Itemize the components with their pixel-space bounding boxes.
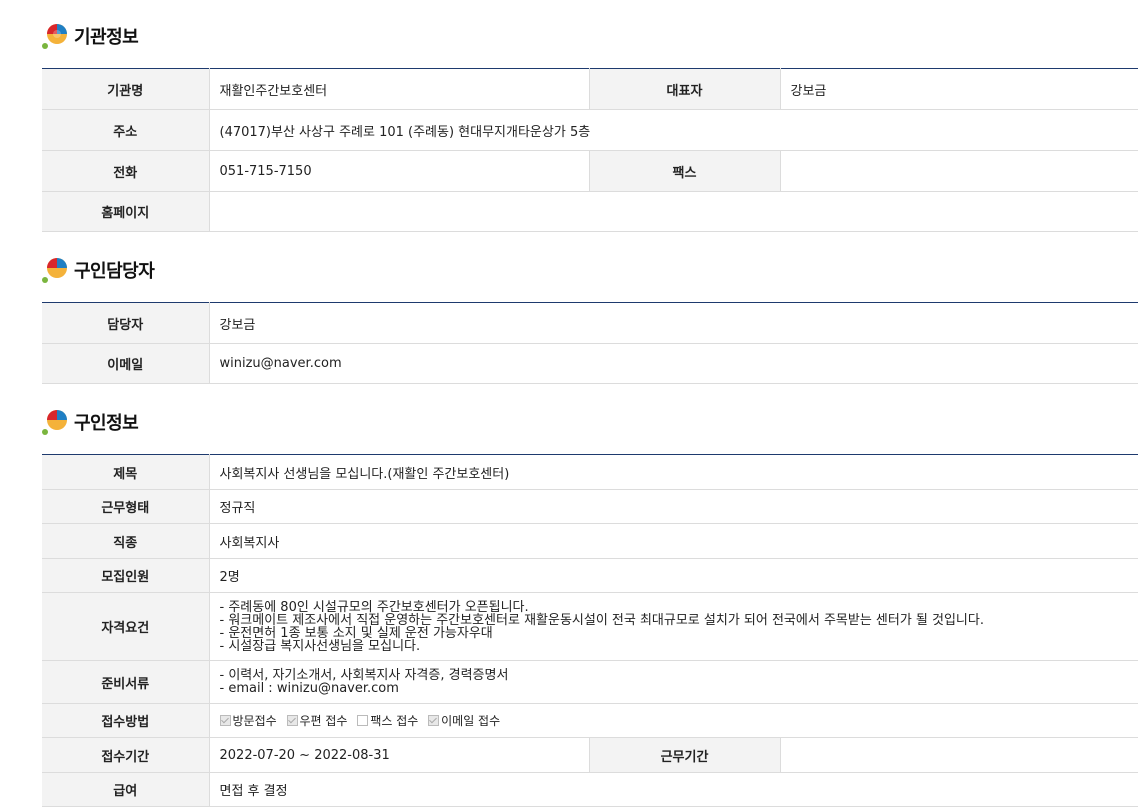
work-period [780, 737, 1138, 773]
requirement-line: - 시설장급 복지사선생님을 모십니다. [219, 638, 421, 654]
org-info-table: 기관명 재활인주간보호센터 대표자 강보금 주소 (47017)부산 사상구 주… [42, 68, 1138, 232]
table-row: 접수기간 2022-07-20 ~ 2022-08-31 근무기간 [42, 737, 1138, 773]
table-row: 주소 (47017)부산 사상구 주례로 101 (주례동) 현대무지개타운상가… [42, 109, 1138, 151]
field-label: 주소 [42, 109, 210, 151]
fax [780, 150, 1138, 192]
application-period: 2022-07-20 ~ 2022-08-31 [209, 737, 589, 773]
occupation: 사회복지사 [209, 523, 1138, 559]
field-label: 직종 [42, 523, 210, 559]
section-logo-icon [42, 257, 68, 283]
required-documents: - 이력서, 자기소개서, 사회복지사 자격증, 경력증명서 - email :… [209, 660, 1138, 704]
org-info-header: 기관정보 [42, 16, 1138, 56]
field-label: 팩스 [588, 150, 781, 192]
field-label: 준비서류 [42, 660, 210, 704]
job-info-table: 제목 사회복지사 선생님을 모십니다.(재활인 주간보호센터) 근무형태 정규직… [42, 454, 1138, 807]
table-row: 담당자 강보금 [42, 302, 1138, 344]
table-row: 기관명 재활인주간보호센터 대표자 강보금 [42, 68, 1138, 110]
salary: 면접 후 결정 [209, 772, 1138, 807]
checkbox-checked-icon [286, 715, 298, 726]
method-fax-checkbox[interactable]: 팩스 접수 [357, 712, 418, 729]
requirement-line: - 주례동에 80인 시설규모의 주간보호센터가 오픈됩니다. [219, 599, 529, 615]
section-logo-icon [42, 409, 68, 435]
field-label: 담당자 [42, 302, 210, 344]
table-row: 전화 051-715-7150 팩스 [42, 150, 1138, 192]
job-info-header: 구인정보 [42, 402, 1138, 442]
contact-email: winizu@naver.com [209, 343, 1138, 384]
field-label: 기관명 [42, 68, 210, 110]
contact-section: 구인담당자 담당자 강보금 이메일 winizu@naver.com [42, 250, 1138, 384]
homepage [209, 191, 1138, 232]
org-info-section: 기관정보 기관명 재활인주간보호센터 대표자 강보금 주소 (47017)부산 … [42, 16, 1138, 232]
requirements: - 주례동에 80인 시설규모의 주간보호센터가 오픈됩니다. - 워크메이트 … [209, 592, 1138, 661]
contact-person: 강보금 [209, 302, 1138, 344]
checkbox-checked-icon [219, 715, 231, 726]
job-subject: 사회복지사 선생님을 모십니다.(재활인 주간보호센터) [209, 454, 1138, 490]
employment-type: 정규직 [209, 489, 1138, 524]
ceo-name: 강보금 [780, 68, 1138, 110]
table-row: 준비서류 - 이력서, 자기소개서, 사회복지사 자격증, 경력증명서 - em… [42, 660, 1138, 704]
application-methods: 방문접수 우편 접수 팩스 접수 이메일 접수 [209, 703, 1138, 738]
checkbox-unchecked-icon [357, 715, 369, 726]
contact-header: 구인담당자 [42, 250, 1138, 290]
field-label: 근무형태 [42, 489, 210, 524]
table-row: 모집인원 2명 [42, 558, 1138, 593]
field-label: 접수방법 [42, 703, 210, 738]
section-title: 구인담당자 [74, 261, 155, 282]
org-name: 재활인주간보호센터 [209, 68, 589, 110]
table-row: 직종 사회복지사 [42, 523, 1138, 559]
requirement-line: - 워크메이트 제조사에서 직접 운영하는 주간보호센터로 재활운동시설이 전국… [219, 612, 985, 628]
table-row: 홈페이지 [42, 191, 1138, 232]
address: (47017)부산 사상구 주례로 101 (주례동) 현대무지개타운상가 5층 [209, 109, 1138, 151]
document-line: - email : winizu@naver.com [219, 681, 399, 696]
checkbox-checked-icon [428, 715, 440, 726]
phone: 051-715-7150 [209, 150, 589, 192]
table-row: 근무형태 정규직 [42, 489, 1138, 524]
method-email-checkbox[interactable]: 이메일 접수 [428, 712, 500, 729]
table-row: 이메일 winizu@naver.com [42, 343, 1138, 384]
field-label: 접수기간 [42, 737, 210, 773]
field-label: 급여 [42, 772, 210, 807]
recruit-count: 2명 [209, 558, 1138, 593]
table-row: 접수방법 방문접수 우편 접수 팩스 접수 이메일 접수 [42, 703, 1138, 738]
field-label: 제목 [42, 454, 210, 490]
section-logo-icon [42, 23, 68, 49]
method-mail-checkbox[interactable]: 우편 접수 [286, 712, 347, 729]
method-visit-checkbox[interactable]: 방문접수 [219, 712, 277, 729]
field-label: 대표자 [588, 68, 781, 110]
table-row: 제목 사회복지사 선생님을 모십니다.(재활인 주간보호센터) [42, 454, 1138, 490]
table-row: 급여 면접 후 결정 [42, 772, 1138, 807]
field-label: 전화 [42, 150, 210, 192]
section-title: 구인정보 [74, 413, 139, 434]
field-label: 자격요건 [42, 592, 210, 661]
job-info-section: 구인정보 제목 사회복지사 선생님을 모십니다.(재활인 주간보호센터) 근무형… [42, 402, 1138, 807]
section-title: 기관정보 [74, 27, 139, 48]
field-label: 근무기간 [588, 737, 781, 773]
field-label: 홈페이지 [42, 191, 210, 232]
field-label: 모집인원 [42, 558, 210, 593]
contact-table: 담당자 강보금 이메일 winizu@naver.com [42, 302, 1138, 384]
table-row: 자격요건 - 주례동에 80인 시설규모의 주간보호센터가 오픈됩니다. - 워… [42, 592, 1138, 661]
requirement-line: - 운전면허 1종 보통 소지 및 실제 운전 가능자우대 [219, 625, 493, 641]
field-label: 이메일 [42, 343, 210, 384]
